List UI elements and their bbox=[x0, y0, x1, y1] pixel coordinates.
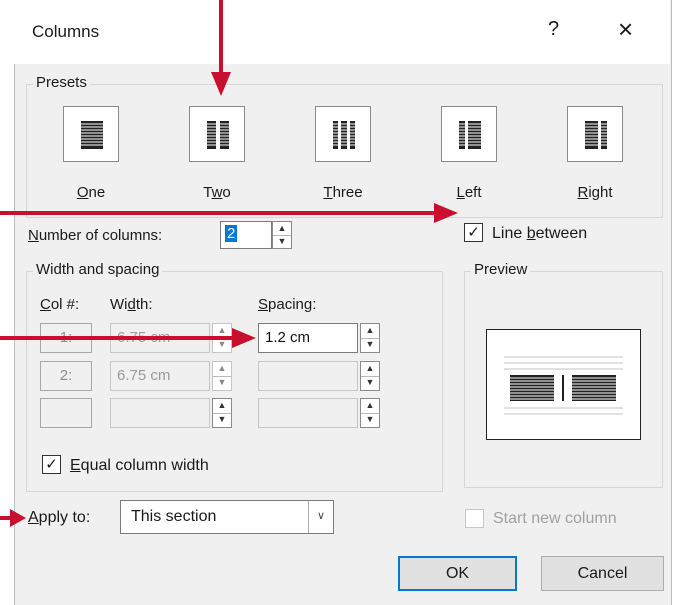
annotation-arrow-two bbox=[211, 0, 231, 96]
annotation-arrow-line-between bbox=[0, 203, 458, 223]
annotation-arrow-spacing bbox=[0, 328, 256, 348]
annotation-arrow-apply-to bbox=[0, 509, 26, 527]
annotation-arrows bbox=[0, 0, 458, 527]
